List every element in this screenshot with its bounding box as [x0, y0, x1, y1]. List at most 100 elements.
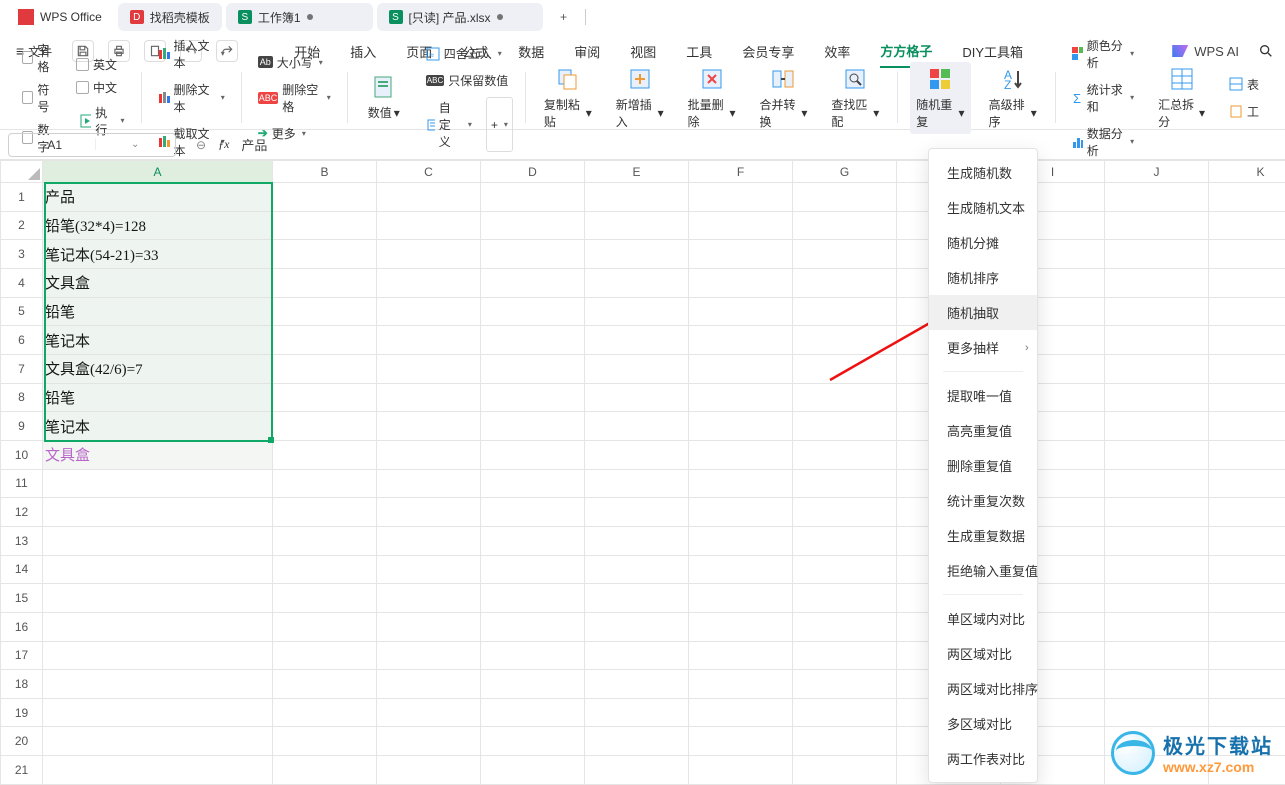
cell[interactable] [481, 555, 585, 584]
cell[interactable] [273, 526, 377, 555]
name-box[interactable]: A1 ⌄ [8, 133, 176, 157]
dropdown-item[interactable]: 生成随机文本 [929, 190, 1037, 225]
cell[interactable] [43, 469, 273, 498]
cell[interactable] [377, 698, 481, 727]
cell[interactable] [377, 670, 481, 699]
cell[interactable] [481, 526, 585, 555]
cell[interactable] [377, 354, 481, 383]
cell[interactable] [273, 612, 377, 641]
cell[interactable] [377, 326, 481, 355]
cell[interactable] [585, 469, 689, 498]
cell[interactable] [689, 612, 793, 641]
row-header[interactable]: 5 [1, 297, 43, 326]
dropdown-item[interactable]: 删除重复值 [929, 448, 1037, 483]
cell[interactable]: 铅笔 [43, 383, 273, 412]
cell[interactable] [43, 698, 273, 727]
doc-tab-product[interactable]: S [只读] 产品.xlsx [377, 3, 543, 31]
cell[interactable] [1105, 670, 1209, 699]
cell[interactable]: 铅笔(32*4)=128 [43, 211, 273, 240]
cell[interactable] [1105, 555, 1209, 584]
new-tab-button[interactable]: + [553, 6, 575, 28]
cell[interactable] [377, 727, 481, 756]
cell[interactable] [585, 584, 689, 613]
cell[interactable] [793, 584, 897, 613]
row-header[interactable]: 11 [1, 469, 43, 498]
cell[interactable] [273, 670, 377, 699]
spreadsheet-grid[interactable]: A B C D E F G H I J K 1产品2铅笔(32*4)=1283笔… [0, 160, 1285, 785]
cell[interactable] [43, 526, 273, 555]
cell[interactable] [585, 756, 689, 785]
row-header[interactable]: 15 [1, 584, 43, 613]
cell[interactable] [689, 555, 793, 584]
cell[interactable] [1209, 354, 1285, 383]
cell[interactable] [1105, 183, 1209, 212]
cell[interactable] [377, 240, 481, 269]
cell[interactable] [377, 641, 481, 670]
case-button[interactable]: Ab大小写▾ [254, 52, 335, 73]
cell[interactable] [43, 756, 273, 785]
cell[interactable]: 文具盒(42/6)=7 [43, 354, 273, 383]
cell[interactable] [1105, 326, 1209, 355]
cell[interactable] [1105, 383, 1209, 412]
cell[interactable] [481, 268, 585, 297]
cell[interactable] [481, 469, 585, 498]
cell[interactable] [273, 297, 377, 326]
cell[interactable]: 产品 [43, 183, 273, 212]
cell[interactable] [273, 268, 377, 297]
cell[interactable] [1105, 498, 1209, 527]
cell[interactable] [793, 268, 897, 297]
cell[interactable] [689, 756, 793, 785]
cell[interactable] [1209, 440, 1285, 469]
cell[interactable] [1105, 240, 1209, 269]
cell[interactable] [377, 183, 481, 212]
merge-convert-button[interactable]: 合并转换▾ [754, 62, 814, 134]
cell[interactable] [1209, 297, 1285, 326]
col-header-C[interactable]: C [377, 161, 481, 183]
dropdown-item[interactable]: 拒绝输入重复值 [929, 553, 1037, 588]
cell[interactable] [273, 354, 377, 383]
cell[interactable] [793, 555, 897, 584]
cell[interactable] [793, 240, 897, 269]
cell[interactable] [689, 211, 793, 240]
cell[interactable] [481, 612, 585, 641]
cell[interactable] [1105, 612, 1209, 641]
cell[interactable] [585, 240, 689, 269]
row-header[interactable]: 6 [1, 326, 43, 355]
cell[interactable] [1105, 297, 1209, 326]
cell[interactable] [1209, 526, 1285, 555]
row-header[interactable]: 10 [1, 440, 43, 469]
cell[interactable] [43, 641, 273, 670]
cell[interactable] [689, 727, 793, 756]
cell[interactable] [689, 268, 793, 297]
cell[interactable]: 笔记本 [43, 412, 273, 441]
check-space[interactable]: 空格 [22, 41, 58, 75]
cell[interactable] [481, 297, 585, 326]
cell[interactable] [793, 440, 897, 469]
dropdown-item[interactable]: 生成重复数据 [929, 518, 1037, 553]
cell[interactable] [273, 412, 377, 441]
cell[interactable] [43, 555, 273, 584]
dropdown-item[interactable]: 两工作表对比 [929, 741, 1037, 776]
col-header-J[interactable]: J [1105, 161, 1209, 183]
random-repeat-button[interactable]: 随机重复▾ [910, 62, 970, 134]
cell[interactable] [1209, 268, 1285, 297]
cell[interactable] [481, 383, 585, 412]
dropdown-item[interactable]: 生成随机数 [929, 155, 1037, 190]
row-header[interactable]: 21 [1, 756, 43, 785]
delete-text-button[interactable]: 删除文本▾ [154, 79, 229, 117]
cell[interactable] [793, 670, 897, 699]
cell[interactable] [273, 555, 377, 584]
cell[interactable] [689, 526, 793, 555]
new-insert-button[interactable]: 新增插入▾ [610, 62, 670, 134]
cell[interactable] [689, 326, 793, 355]
copy-paste-button[interactable]: 复制粘贴▾ [538, 62, 598, 134]
cell[interactable]: 文具盒 [43, 268, 273, 297]
cell[interactable] [689, 354, 793, 383]
cell[interactable] [689, 183, 793, 212]
cell[interactable] [1209, 584, 1285, 613]
cell[interactable] [481, 756, 585, 785]
cell[interactable] [689, 297, 793, 326]
wps-ai-button[interactable]: WPS AI [1172, 44, 1239, 59]
cell[interactable] [793, 183, 897, 212]
name-box-dropdown-icon[interactable]: ⌄ [95, 139, 176, 150]
